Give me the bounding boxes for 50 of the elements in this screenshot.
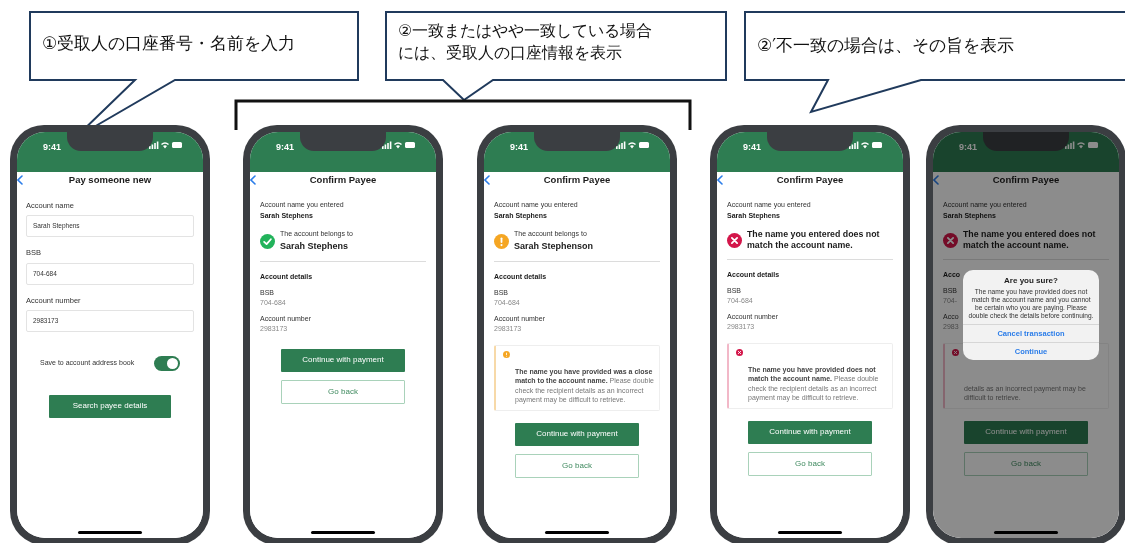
continue-button[interactable]: Continue with payment [281,348,405,372]
back-icon[interactable] [17,175,23,185]
status-time: 9:41 [276,141,294,154]
go-back-button[interactable]: Go back [281,379,405,404]
screen-title: Confirm Payee [991,172,1061,187]
home-indicator [994,531,1058,534]
status-time: 9:41 [959,141,977,154]
home-indicator [778,531,842,534]
dialog-title: Are you sure? [1004,275,1058,287]
result-status-icon [494,233,509,249]
result-name: Sarah Stephenson [514,239,594,253]
home-indicator [78,531,142,534]
continue-button[interactable]: Continue with payment [515,422,639,446]
result-message: The name you entered does not match the account name. [747,229,881,251]
status-icons [849,141,883,149]
screen-title: Confirm Payee [542,172,612,187]
continue-button[interactable]: Continue with payment [748,420,872,444]
back-icon[interactable] [933,175,939,185]
screen-title: Confirm Payee [308,172,378,187]
back-icon[interactable] [250,175,256,185]
home-indicator [545,531,609,534]
callout-text: ②′不一致の場合は、その旨を表示 [757,34,1015,57]
result-status-icon [727,232,742,248]
status-time: 9:41 [743,141,761,154]
result-name: Sarah Stephens [280,239,350,253]
callout-text: ①受取人の口座番号・名前を入力 [42,32,296,55]
callout-text: ②一致またはやや一致している場合には、受取人の口座情報を表示 [398,20,654,64]
alert-icon [736,348,743,356]
search-button[interactable]: Search payee details [49,394,171,418]
screen-title: Confirm Payee [775,172,845,187]
status-icons [149,141,183,149]
status-icons [382,141,416,149]
screen-title: Pay someone new [67,172,153,187]
go-back-button[interactable]: Go back [748,451,872,476]
alert-icon [503,350,510,358]
result-status-icon [260,233,275,249]
go-back-button[interactable]: Go back [515,453,639,478]
toggle-switch[interactable] [154,355,180,371]
back-icon[interactable] [717,175,723,185]
go-back-button[interactable]: Go back [964,451,1088,476]
result-status-icon [943,232,958,248]
continue-button[interactable]: Continue with payment [964,420,1088,444]
status-time: 9:41 [510,141,528,154]
status-time: 9:41 [43,141,61,154]
status-icons [1065,141,1099,149]
back-icon[interactable] [484,175,490,185]
result-message: The name you entered does not match the account name. [963,229,1097,251]
status-icons [616,141,650,149]
alert-icon [952,348,959,356]
home-indicator [311,531,375,534]
